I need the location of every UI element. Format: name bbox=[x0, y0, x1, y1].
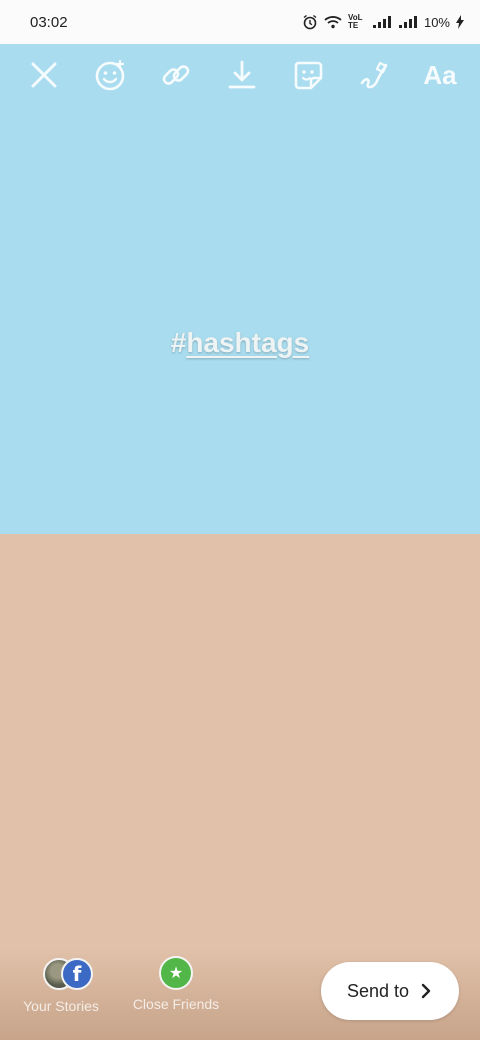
network-label: VoLTE bbox=[347, 13, 363, 30]
canvas-top-background bbox=[0, 44, 480, 534]
sticker-button[interactable] bbox=[288, 55, 328, 95]
alarm-icon bbox=[303, 14, 317, 30]
status-icons: VoLTE 10% bbox=[302, 14, 464, 30]
wifi-icon bbox=[324, 16, 342, 29]
send-to-button[interactable]: Send to bbox=[321, 962, 459, 1020]
battery-percent: 10% bbox=[423, 14, 450, 30]
your-stories-avatars: f bbox=[31, 956, 93, 992]
story-toolbar: Aa bbox=[0, 44, 480, 106]
link-icon bbox=[162, 65, 190, 85]
hashtag-sticker[interactable]: #hashtags bbox=[0, 327, 480, 359]
your-stories-label: Your Stories bbox=[23, 998, 99, 1014]
your-stories-button[interactable]: f Your Stories bbox=[16, 956, 106, 1014]
status-time: 03:02 bbox=[30, 13, 68, 31]
text-button[interactable]: Aa bbox=[420, 55, 460, 95]
charging-icon bbox=[456, 15, 464, 29]
face-effects-icon bbox=[95, 59, 125, 91]
sticker-icon bbox=[294, 61, 323, 90]
close-button[interactable] bbox=[24, 55, 64, 95]
close-icon bbox=[31, 62, 57, 88]
link-button[interactable] bbox=[156, 55, 196, 95]
send-to-label: Send to bbox=[346, 980, 410, 1001]
close-friends-label: Close Friends bbox=[132, 996, 220, 1012]
hashtag-symbol: # bbox=[170, 327, 187, 358]
status-bar: 03:02 VoLTE 10% bbox=[0, 0, 480, 44]
facebook-icon: f bbox=[61, 958, 93, 990]
draw-icon bbox=[360, 61, 388, 89]
signal-icon bbox=[372, 16, 391, 28]
chevron-right-icon bbox=[421, 983, 431, 999]
signal-icon bbox=[398, 16, 417, 28]
close-friends-button[interactable]: ★ Close Friends bbox=[124, 956, 228, 1012]
download-button[interactable] bbox=[222, 55, 262, 95]
star-icon: ★ bbox=[159, 956, 193, 990]
hashtag-text: hashtags bbox=[186, 327, 310, 358]
download-icon bbox=[228, 60, 256, 89]
draw-button[interactable] bbox=[354, 55, 394, 95]
effects-button[interactable] bbox=[90, 55, 130, 95]
